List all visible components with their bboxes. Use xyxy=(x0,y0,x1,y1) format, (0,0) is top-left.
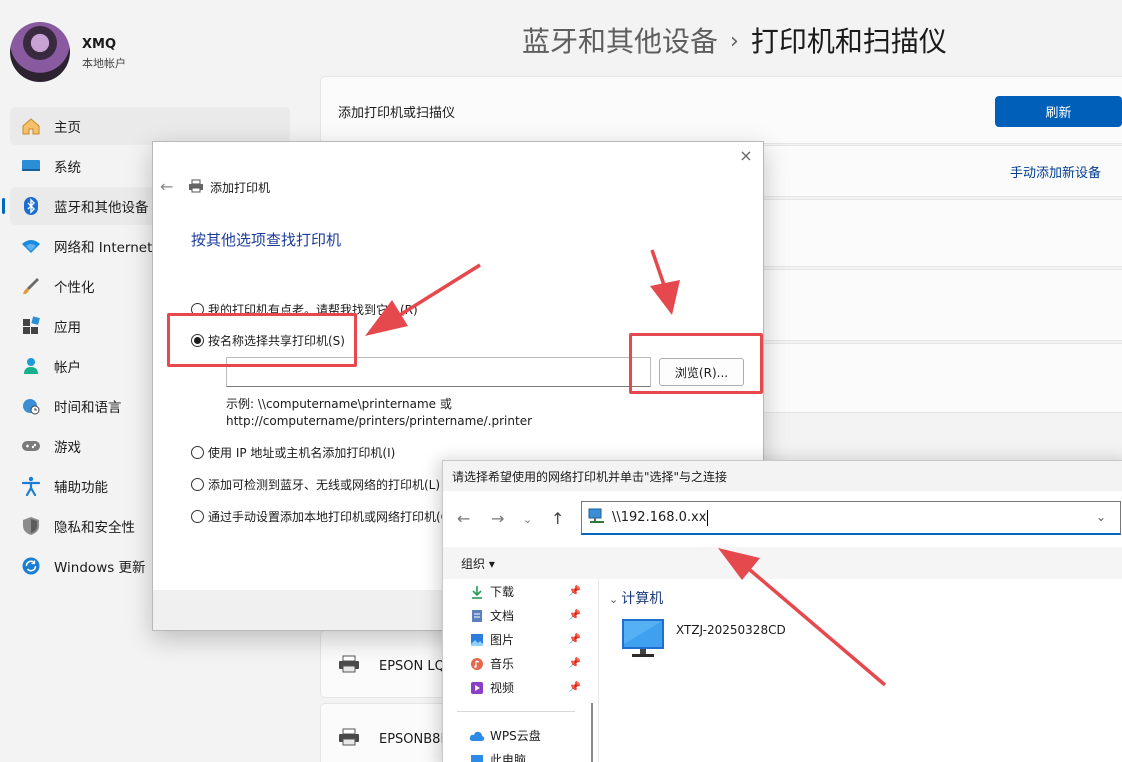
red-arrow xyxy=(650,249,680,315)
red-arrow xyxy=(365,263,481,336)
annotation-arrows xyxy=(365,249,887,687)
red-arrow xyxy=(718,548,887,687)
